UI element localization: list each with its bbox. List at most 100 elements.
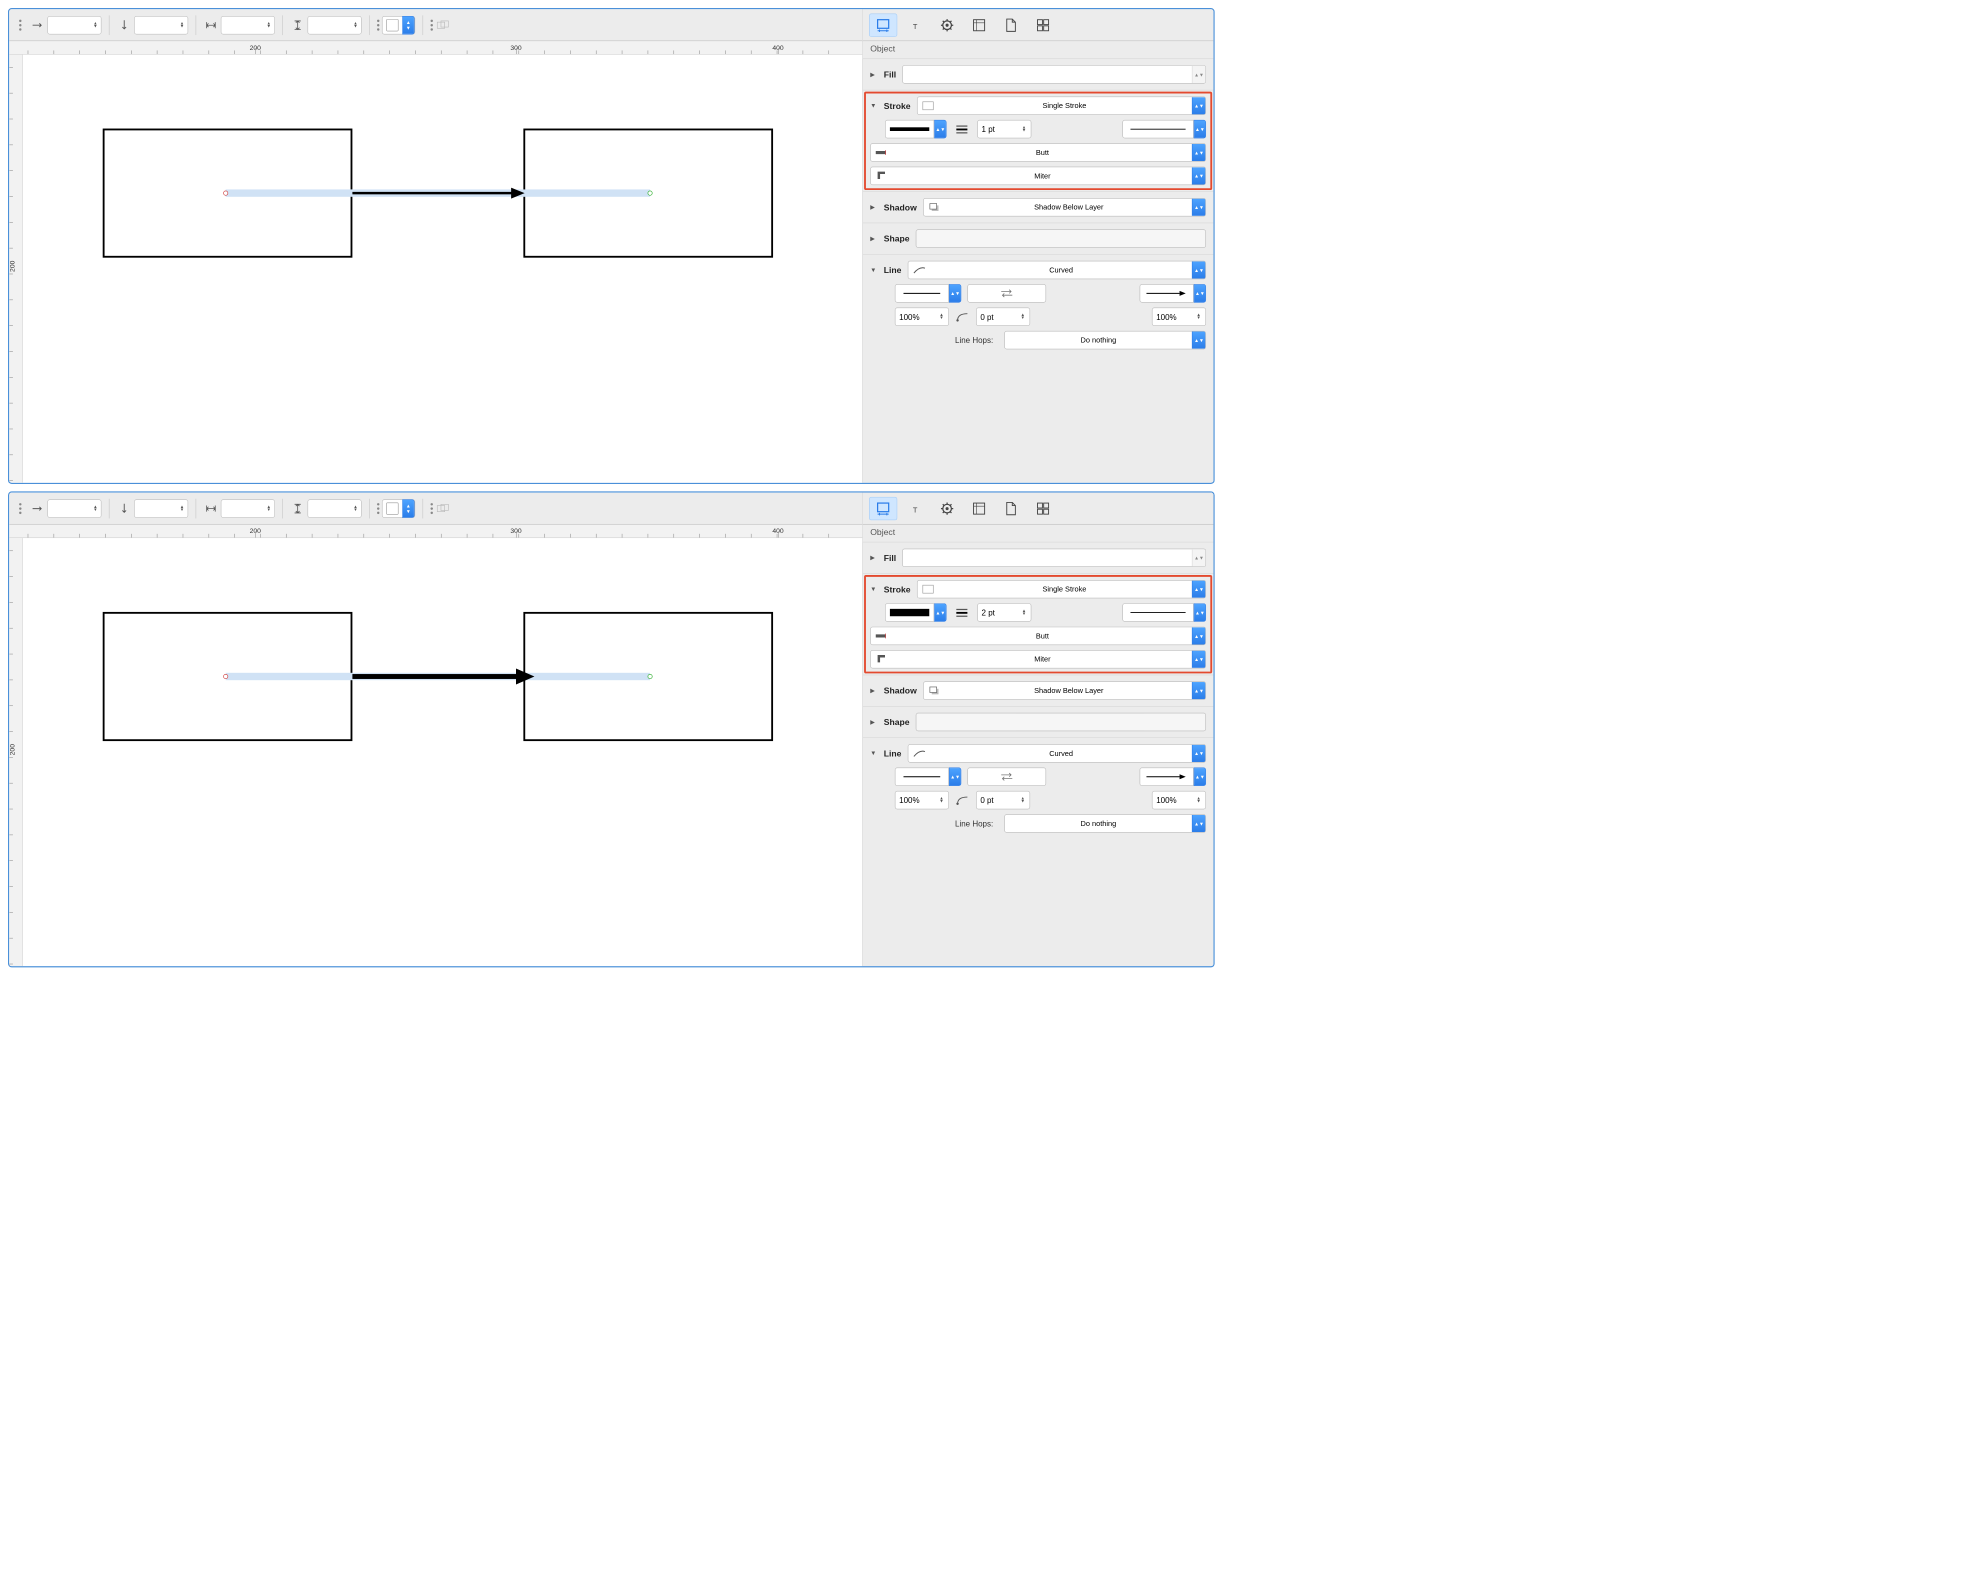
stroke-label: Stroke	[884, 101, 911, 111]
line-direction-toggle[interactable]	[967, 284, 1046, 302]
tab-grid[interactable]	[1029, 13, 1057, 36]
stroke-type-dropdown[interactable]: Single Stroke ▲▼	[917, 97, 1206, 115]
overlay-mode-icon[interactable]	[435, 18, 450, 33]
width-stepper[interactable]: ▲▼	[221, 499, 275, 517]
horizontal-ruler: 200300400	[9, 41, 862, 55]
canvas[interactable]	[23, 538, 862, 966]
stroke-join-label: Miter	[893, 655, 1192, 664]
line-start-percent-field[interactable]: ▲▼	[895, 308, 949, 326]
line-end-percent-field[interactable]: ▲▼	[1152, 308, 1206, 326]
tab-text[interactable]: T	[901, 497, 929, 520]
stroke-label: Stroke	[884, 584, 911, 594]
tab-object[interactable]	[869, 13, 897, 36]
stroke-position-icon[interactable]	[956, 125, 967, 133]
disclosure-triangle-icon[interactable]: ▼	[870, 586, 877, 593]
stroke-join-dropdown[interactable]: Miter ▲▼	[870, 650, 1206, 668]
vertical-ruler: 200	[9, 55, 23, 483]
section-shape: ▶ Shape	[863, 706, 1214, 737]
stroke-cap-dropdown[interactable]: Butt ▲▼	[870, 627, 1206, 645]
disclosure-triangle-icon[interactable]: ▶	[870, 235, 877, 242]
inspector-sidebar: T Object ▶ Fill ▲▼ ▼ Stroke Single Strok…	[863, 9, 1214, 483]
x-position-stepper[interactable]: ▲▼	[47, 16, 101, 34]
disclosure-triangle-icon[interactable]: ▶	[870, 204, 877, 211]
line-hops-dropdown[interactable]: Do nothing ▲▼	[1004, 331, 1206, 349]
line-type-dropdown[interactable]: Curved ▲▼	[908, 744, 1206, 762]
tab-canvas[interactable]	[965, 13, 993, 36]
stroke-color-swatch[interactable]	[922, 585, 933, 594]
stroke-type-dropdown[interactable]: Single Stroke ▲▼	[917, 580, 1206, 598]
line-bezier-field[interactable]: ▲▼	[976, 308, 1030, 326]
width-icon	[204, 18, 219, 33]
line-hops-dropdown[interactable]: Do nothing ▲▼	[1004, 814, 1206, 832]
fill-color-dropdown[interactable]: ▲▼	[382, 16, 415, 34]
shadow-type-dropdown[interactable]: Shadow Below Layer ▲▼	[923, 681, 1206, 699]
shape-label: Shape	[884, 717, 910, 727]
tab-document[interactable]	[997, 13, 1025, 36]
tab-grid[interactable]	[1029, 497, 1057, 520]
connector-end-handle[interactable]	[648, 191, 653, 196]
line-start-dropdown[interactable]: ▲▼	[895, 768, 961, 786]
y-position-stepper[interactable]: ▲▼	[134, 499, 188, 517]
inspector-title: Object	[863, 41, 1214, 58]
tab-document[interactable]	[997, 497, 1025, 520]
stroke-color-swatch[interactable]	[922, 101, 933, 110]
shape-type-field[interactable]	[916, 713, 1206, 731]
disclosure-triangle-icon[interactable]: ▼	[870, 267, 877, 274]
disclosure-triangle-icon[interactable]: ▼	[870, 750, 877, 757]
line-bezier-field[interactable]: ▲▼	[976, 791, 1030, 809]
connector-end-handle[interactable]	[648, 674, 653, 679]
connector-start-handle[interactable]	[223, 191, 228, 196]
x-position-icon	[30, 501, 45, 516]
line-end-percent-field[interactable]: ▲▼	[1152, 791, 1206, 809]
cap-icon	[871, 632, 893, 639]
shadow-type-dropdown[interactable]: Shadow Below Layer ▲▼	[923, 198, 1206, 216]
tab-text[interactable]: T	[901, 13, 929, 36]
height-stepper[interactable]: ▲▼	[308, 16, 362, 34]
stroke-sample-dropdown[interactable]: ▲▼	[885, 120, 947, 138]
line-start-percent-field[interactable]: ▲▼	[895, 791, 949, 809]
disclosure-triangle-icon[interactable]: ▶	[870, 554, 877, 561]
disclosure-triangle-icon[interactable]: ▶	[870, 71, 877, 78]
stroke-pattern-dropdown[interactable]: ▲▼	[1122, 603, 1206, 621]
line-start-dropdown[interactable]: ▲▼	[895, 284, 961, 302]
disclosure-triangle-icon[interactable]: ▶	[870, 687, 877, 694]
tab-properties[interactable]	[933, 497, 961, 520]
ruler-mark: 200	[9, 261, 16, 272]
line-hops-value: Do nothing	[1005, 819, 1192, 828]
align-guides-icon	[13, 501, 28, 516]
stroke-width-field[interactable]: ▲▼	[977, 603, 1031, 621]
fill-type-dropdown[interactable]: ▲▼	[902, 65, 1206, 83]
line-end-dropdown[interactable]: ▲▼	[1140, 768, 1206, 786]
stroke-pattern-dropdown[interactable]: ▲▼	[1122, 120, 1206, 138]
canvas[interactable]	[23, 55, 862, 483]
stroke-sample-dropdown[interactable]: ▲▼	[885, 603, 947, 621]
line-end-dropdown[interactable]: ▲▼	[1140, 284, 1206, 302]
ruler-mark: 200	[9, 744, 16, 755]
line-type-dropdown[interactable]: Curved ▲▼	[908, 261, 1206, 279]
section-shape: ▶ Shape	[863, 223, 1214, 254]
fill-type-dropdown[interactable]: ▲▼	[902, 549, 1206, 567]
height-stepper[interactable]: ▲▼	[308, 499, 362, 517]
stroke-position-icon[interactable]	[956, 609, 967, 617]
stroke-guides-icon	[431, 503, 433, 514]
width-stepper[interactable]: ▲▼	[221, 16, 275, 34]
stroke-width-field[interactable]: ▲▼	[977, 120, 1031, 138]
stroke-join-dropdown[interactable]: Miter ▲▼	[870, 167, 1206, 185]
tab-object[interactable]	[869, 497, 897, 520]
line-type-label: Curved	[930, 266, 1192, 275]
tab-properties[interactable]	[933, 13, 961, 36]
connector-start-handle[interactable]	[223, 674, 228, 679]
fill-color-dropdown[interactable]: ▲▼	[382, 499, 415, 517]
shape-type-field[interactable]	[916, 229, 1206, 247]
disclosure-triangle-icon[interactable]: ▶	[870, 719, 877, 726]
section-stroke: ▼ Stroke Single Stroke ▲▼ ▲▼ ▲▼ ▲▼ B	[863, 573, 1214, 674]
curve-icon	[908, 265, 930, 275]
line-label: Line	[884, 748, 902, 758]
y-position-stepper[interactable]: ▲▼	[134, 16, 188, 34]
overlay-mode-icon[interactable]	[435, 501, 450, 516]
tab-canvas[interactable]	[965, 497, 993, 520]
line-direction-toggle[interactable]	[967, 768, 1046, 786]
stroke-cap-dropdown[interactable]: Butt ▲▼	[870, 143, 1206, 161]
x-position-stepper[interactable]: ▲▼	[47, 499, 101, 517]
disclosure-triangle-icon[interactable]: ▼	[870, 102, 877, 109]
